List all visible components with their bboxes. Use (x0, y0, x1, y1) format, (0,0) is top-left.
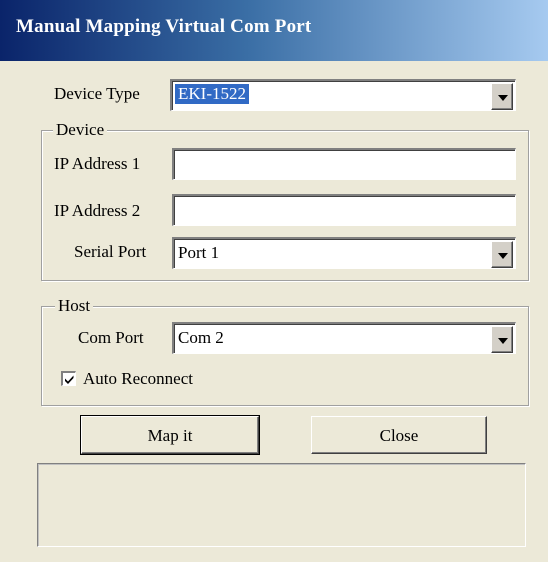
serial-port-label: Serial Port (74, 242, 147, 261)
com-port-combobox[interactable]: Com 2 (172, 322, 516, 354)
checkmark-icon (65, 375, 74, 384)
com-port-dropdown-button[interactable] (491, 326, 513, 353)
host-groupbox (41, 306, 529, 406)
auto-reconnect-checkbox[interactable] (61, 371, 76, 386)
serial-port-value: Port 1 (178, 243, 220, 262)
close-button[interactable]: Close (311, 416, 487, 454)
serial-port-combobox[interactable]: Port 1 (172, 237, 516, 269)
com-port-value: Com 2 (178, 328, 224, 347)
device-type-label: Device Type (54, 84, 140, 103)
ip-address-2-input[interactable] (172, 194, 516, 226)
device-type-combobox[interactable]: EKI-1522 (170, 79, 516, 111)
com-port-label: Com Port (78, 328, 144, 347)
map-it-button-label: Map it (147, 426, 193, 445)
chevron-down-icon (498, 253, 508, 259)
dialog-window: Manual Mapping Virtual Com Port Device T… (0, 0, 548, 562)
ip-address-1-label: IP Address 1 (54, 154, 141, 173)
ip-address-1-input[interactable] (172, 148, 516, 180)
auto-reconnect-label: Auto Reconnect (83, 369, 193, 388)
device-type-dropdown-button[interactable] (491, 83, 513, 110)
device-group-title: Device (53, 120, 108, 140)
host-group-title: Host (55, 296, 94, 316)
chevron-down-icon (498, 95, 508, 101)
chevron-down-icon (498, 338, 508, 344)
window-title: Manual Mapping Virtual Com Port (16, 16, 312, 37)
title-bar[interactable]: Manual Mapping Virtual Com Port (0, 0, 548, 61)
ip-address-2-label: IP Address 2 (54, 201, 141, 220)
serial-port-dropdown-button[interactable] (491, 241, 513, 268)
close-button-label: Close (379, 426, 419, 445)
device-type-value: EKI-1522 (175, 84, 249, 104)
status-panel (37, 463, 526, 547)
map-it-button[interactable]: Map it (80, 415, 260, 455)
